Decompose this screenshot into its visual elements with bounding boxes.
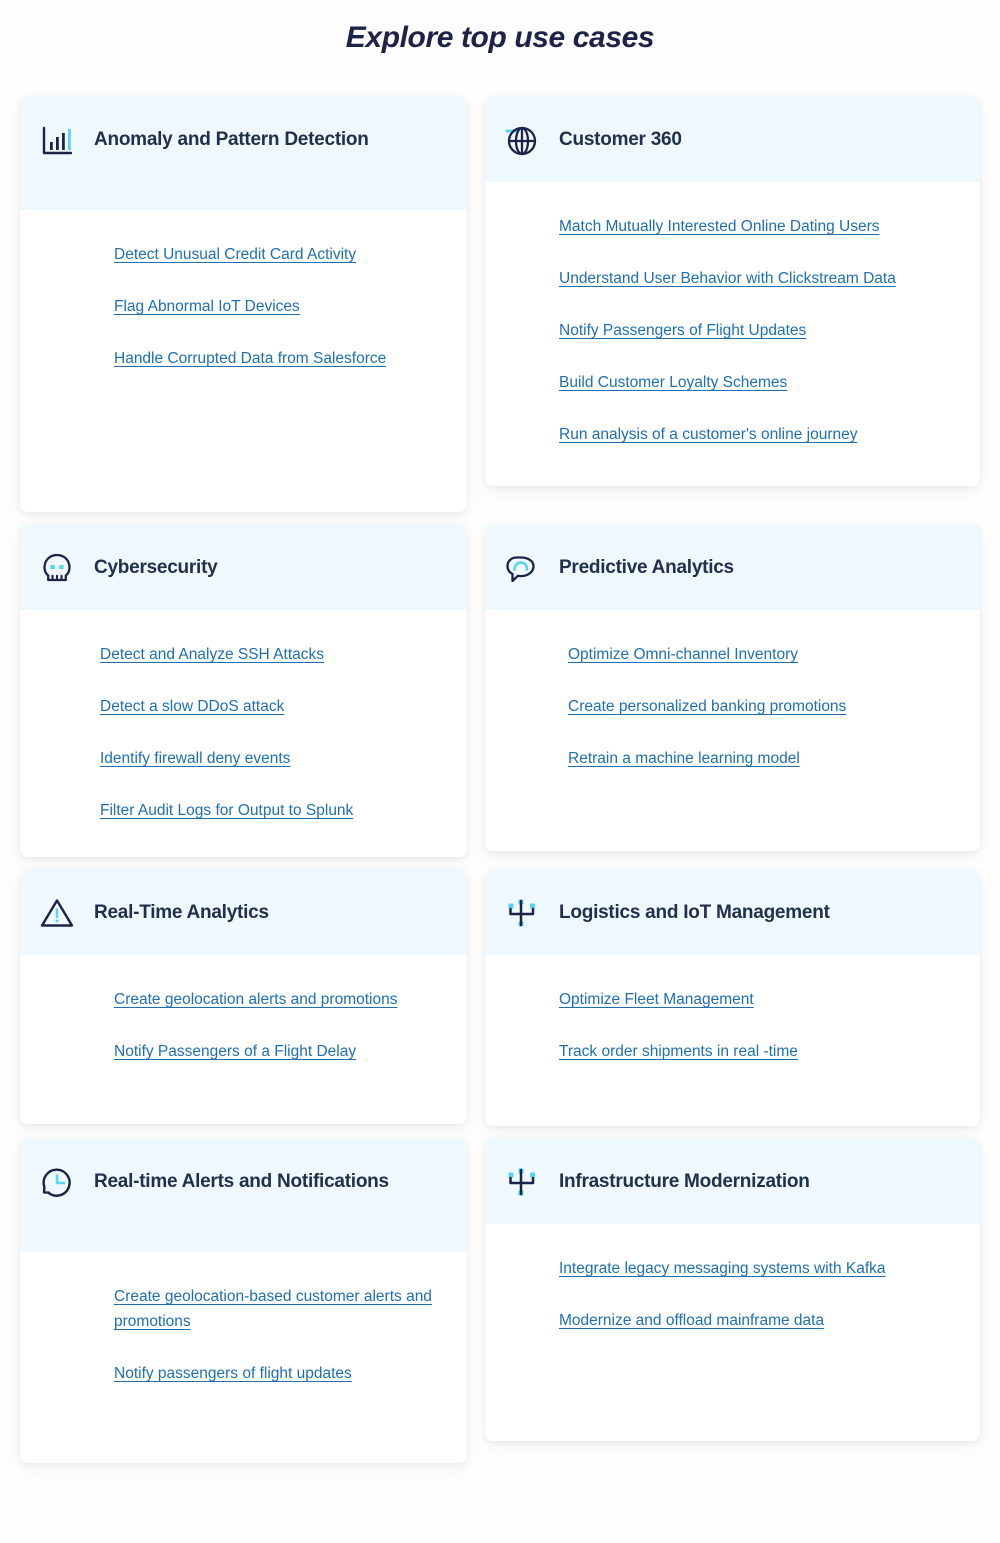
- network-topology-icon: [503, 895, 541, 933]
- use-case-link[interactable]: Optimize Omni-channel Inventory: [568, 642, 798, 667]
- use-case-link[interactable]: Integrate legacy messaging systems with …: [559, 1256, 886, 1281]
- card-header: Anomaly and Pattern Detection: [20, 96, 467, 210]
- use-case-link[interactable]: Understand User Behavior with Clickstrea…: [559, 266, 896, 291]
- use-case-link[interactable]: Match Mutually Interested Online Dating …: [559, 214, 879, 239]
- card-header: Customer 360: [485, 96, 980, 182]
- card-links: Create geolocation-based customer alerts…: [20, 1252, 467, 1463]
- card-header: Logistics and IoT Management: [485, 869, 980, 955]
- use-case-link[interactable]: Track order shipments in real -time: [559, 1039, 798, 1064]
- use-case-link[interactable]: Notify Passengers of a Flight Delay: [114, 1039, 356, 1064]
- use-case-link[interactable]: Notify Passengers of Flight Updates: [559, 318, 806, 343]
- card-header: Real-Time Analytics: [20, 869, 467, 955]
- use-case-card-grid: Anomaly and Pattern Detection Detect Unu…: [0, 96, 1000, 1463]
- card-header: Predictive Analytics: [485, 524, 980, 610]
- use-case-link[interactable]: Detect and Analyze SSH Attacks: [100, 642, 324, 667]
- use-cases-page: Explore top use cases Anomaly and Patter…: [0, 0, 1000, 1543]
- card-title: Real-time Alerts and Notifications: [94, 1171, 389, 1192]
- use-case-card-logistics-and-iot-management[interactable]: Logistics and IoT Management Optimize Fl…: [485, 869, 980, 1126]
- card-links: Detect Unusual Credit Card Activity Flag…: [20, 210, 467, 512]
- use-case-link[interactable]: Filter Audit Logs for Output to Splunk: [100, 798, 353, 823]
- card-links: Optimize Fleet Management Track order sh…: [485, 955, 980, 1126]
- card-links: Match Mutually Interested Online Dating …: [485, 182, 980, 486]
- use-case-link[interactable]: Create geolocation alerts and promotions: [114, 987, 397, 1012]
- use-case-card-real-time-alerts-and-notifications[interactable]: Real-time Alerts and Notifications Creat…: [20, 1138, 467, 1463]
- use-case-link[interactable]: Handle Corrupted Data from Salesforce: [114, 346, 386, 371]
- card-title: Cybersecurity: [94, 557, 218, 578]
- clock-refresh-icon: [38, 1164, 76, 1202]
- card-title: Infrastructure Modernization: [559, 1171, 810, 1192]
- use-case-link[interactable]: Modernize and offload mainframe data: [559, 1308, 824, 1333]
- use-case-card-cybersecurity[interactable]: Cybersecurity Detect and Analyze SSH Att…: [20, 524, 467, 857]
- card-title: Real-Time Analytics: [94, 902, 269, 923]
- card-links: Detect and Analyze SSH Attacks Detect a …: [20, 610, 467, 857]
- use-case-link[interactable]: Optimize Fleet Management: [559, 987, 754, 1012]
- card-title: Predictive Analytics: [559, 557, 734, 578]
- network-topology-icon: [503, 1164, 541, 1202]
- card-header: Infrastructure Modernization: [485, 1138, 980, 1224]
- use-case-link[interactable]: Create geolocation-based customer alerts…: [114, 1284, 443, 1334]
- use-case-link[interactable]: Detect Unusual Credit Card Activity: [114, 242, 356, 267]
- card-title: Customer 360: [559, 129, 682, 150]
- use-case-link[interactable]: Notify passengers of flight updates: [114, 1361, 352, 1386]
- use-case-card-infrastructure-modernization[interactable]: Infrastructure Modernization Integrate l…: [485, 1138, 980, 1441]
- card-title: Logistics and IoT Management: [559, 902, 830, 923]
- page-title: Explore top use cases: [345, 21, 655, 54]
- bar-chart-icon: [38, 122, 76, 160]
- use-case-link[interactable]: Identify firewall deny events: [100, 746, 290, 771]
- use-case-link[interactable]: Run analysis of a customer's online jour…: [559, 422, 857, 447]
- use-case-card-real-time-analytics[interactable]: Real-Time Analytics Create geolocation a…: [20, 869, 467, 1124]
- use-case-link[interactable]: Detect a slow DDoS attack: [100, 694, 284, 719]
- globe-icon: [503, 122, 541, 160]
- brain-icon: [503, 550, 541, 588]
- use-case-card-customer-360[interactable]: Customer 360 Match Mutually Interested O…: [485, 96, 980, 486]
- card-header: Cybersecurity: [20, 524, 467, 610]
- card-links: Create geolocation alerts and promotions…: [20, 955, 467, 1124]
- card-links: Integrate legacy messaging systems with …: [485, 1224, 980, 1441]
- use-case-link[interactable]: Retrain a machine learning model: [568, 746, 800, 771]
- use-case-link[interactable]: Flag Abnormal IoT Devices: [114, 294, 300, 319]
- card-title: Anomaly and Pattern Detection: [94, 129, 369, 150]
- skull-icon: [38, 550, 76, 588]
- card-header: Real-time Alerts and Notifications: [20, 1138, 467, 1252]
- use-case-link[interactable]: Build Customer Loyalty Schemes: [559, 370, 787, 395]
- use-case-link[interactable]: Create personalized banking promotions: [568, 694, 846, 719]
- use-case-card-anomaly-and-pattern-detection[interactable]: Anomaly and Pattern Detection Detect Unu…: [20, 96, 467, 512]
- use-case-card-predictive-analytics[interactable]: Predictive Analytics Optimize Omni-chann…: [485, 524, 980, 851]
- warning-triangle-icon: [38, 895, 76, 933]
- card-links: Optimize Omni-channel Inventory Create p…: [485, 610, 980, 851]
